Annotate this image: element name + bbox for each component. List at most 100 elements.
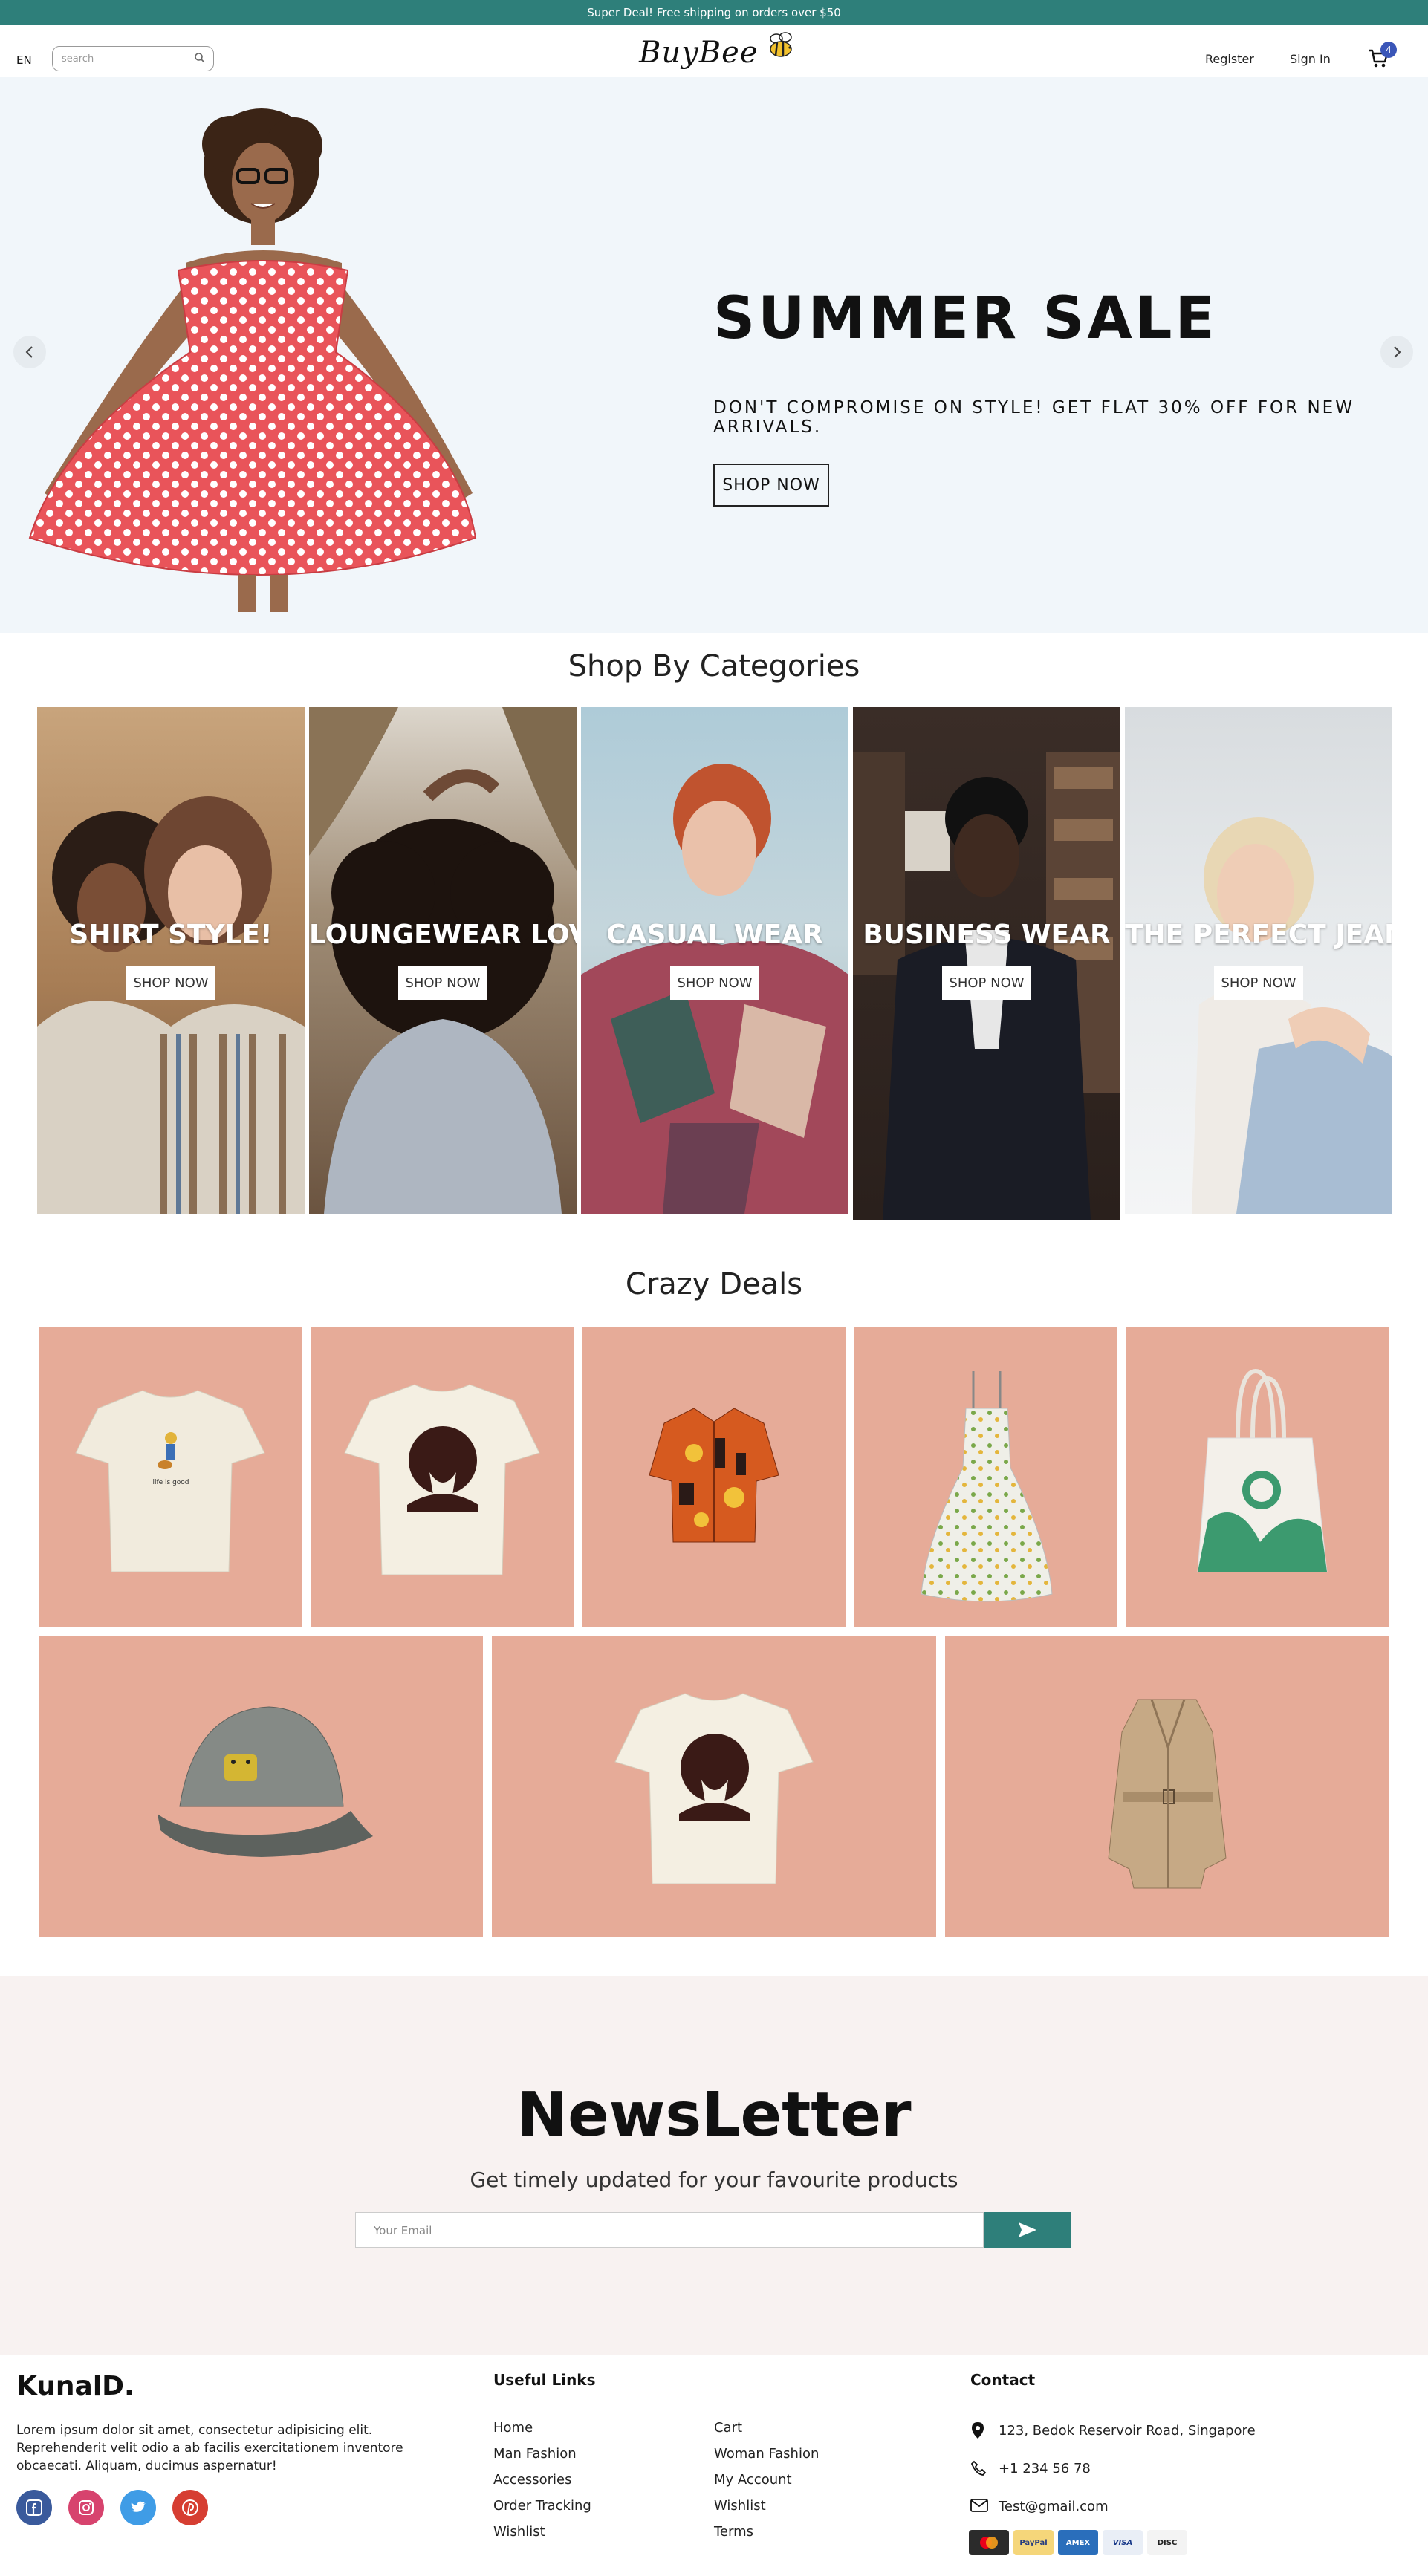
- search-box[interactable]: [52, 46, 214, 71]
- contact-email: Test@gmail.com: [999, 2499, 1109, 2514]
- newsletter-subtitle: Get timely updated for your favourite pr…: [470, 2167, 958, 2192]
- category-card-shirt-style[interactable]: SHIRT STYLE! SHOP NOW: [37, 707, 305, 1214]
- footer-link-home[interactable]: Home: [493, 2420, 533, 2436]
- search-icon[interactable]: [194, 52, 206, 64]
- footer-link-wishlist-2[interactable]: Wishlist: [714, 2498, 766, 2514]
- deal-item[interactable]: [582, 1327, 846, 1627]
- portrait-tshirt-image: [614, 1693, 814, 1884]
- discover-icon: DISC: [1147, 2530, 1187, 2555]
- newsletter-title: NewsLetter: [516, 2080, 912, 2150]
- category-card-loungewear-love[interactable]: LOUNGEWEAR LOVE SHOP NOW: [309, 707, 577, 1214]
- location-pin-icon: [972, 2422, 984, 2439]
- footer-link-man-fashion[interactable]: Man Fashion: [493, 2446, 577, 2462]
- category-image: [309, 707, 577, 1214]
- footer-link-accessories[interactable]: Accessories: [493, 2472, 572, 2488]
- twitter-link[interactable]: [120, 2490, 156, 2525]
- category-title: SHIRT STYLE!: [69, 920, 273, 950]
- search-input[interactable]: [62, 51, 188, 66]
- deal-item[interactable]: life is good: [39, 1327, 302, 1627]
- category-shop-now-button[interactable]: SHOP NOW: [942, 966, 1031, 1000]
- contact-address: 123, Bedok Reservoir Road, Singapore: [999, 2423, 1256, 2439]
- newsletter-submit-button[interactable]: [984, 2212, 1071, 2248]
- hero-prev-button[interactable]: [13, 336, 46, 368]
- deal-item[interactable]: [945, 1636, 1389, 1937]
- deal-item[interactable]: [854, 1327, 1117, 1627]
- deal-item[interactable]: [311, 1327, 574, 1627]
- instagram-link[interactable]: [68, 2490, 104, 2525]
- category-title: CASUAL WEAR: [606, 920, 823, 950]
- facebook-link[interactable]: [16, 2490, 52, 2525]
- cap-image: [158, 1706, 373, 1857]
- contact-heading: Contact: [970, 2371, 1036, 2389]
- brand-logo[interactable]: BuyBee: [639, 32, 797, 70]
- category-image: [37, 796, 305, 1214]
- twitter-icon: [131, 2501, 146, 2512]
- paypal-icon: PayPal: [1013, 2530, 1054, 2555]
- hero-model-image: [28, 108, 477, 612]
- categories-heading: Shop By Categories: [568, 649, 860, 683]
- newsletter-email-input[interactable]: [374, 2222, 953, 2239]
- category-card-the-perfect-jeans[interactable]: THE PERFECT JEANS SHOP NOW: [1125, 707, 1392, 1214]
- mastercard-icon: [969, 2530, 1009, 2555]
- hero-shop-now-button[interactable]: SHOP NOW: [713, 464, 829, 507]
- register-link[interactable]: Register: [1205, 52, 1254, 66]
- hero-subtitle: DON'T COMPROMISE ON STYLE! GET FLAT 30% …: [713, 398, 1354, 437]
- send-icon: [1019, 2222, 1036, 2237]
- facebook-icon: [26, 2499, 42, 2516]
- category-image: [853, 752, 1120, 1220]
- deal-item[interactable]: [39, 1636, 483, 1937]
- footer-link-terms[interactable]: Terms: [714, 2524, 753, 2540]
- category-shop-now-button[interactable]: SHOP NOW: [1214, 966, 1303, 1000]
- newsletter-email-box[interactable]: [355, 2212, 984, 2248]
- category-shop-now-button[interactable]: SHOP NOW: [670, 966, 759, 1000]
- bee-icon: [769, 32, 792, 57]
- deal-item[interactable]: [492, 1636, 936, 1937]
- footer-brand[interactable]: KunalD.: [16, 2371, 134, 2401]
- hero-title: SUMMER SALE: [713, 285, 1218, 352]
- instagram-icon: [79, 2500, 94, 2515]
- announcement-text: Super Deal! Free shipping on orders over…: [587, 6, 841, 19]
- hero-next-button[interactable]: [1380, 336, 1413, 368]
- printed-shirt-image: [649, 1408, 779, 1543]
- category-shop-now-button[interactable]: SHOP NOW: [126, 966, 215, 1000]
- logo-text: BuyBee: [639, 36, 759, 70]
- category-image: [1192, 817, 1392, 1214]
- site-footer: KunalD. Lorem ipsum dolor sit amet, cons…: [0, 2355, 1428, 2576]
- contact-phone: +1 234 56 78: [999, 2461, 1091, 2476]
- newsletter-section: NewsLetter Get timely updated for your f…: [0, 1976, 1428, 2355]
- deals-heading: Crazy Deals: [625, 1267, 803, 1301]
- category-image: [581, 764, 848, 1214]
- language-selector[interactable]: EN: [16, 53, 32, 67]
- visa-icon: VISA: [1103, 2530, 1143, 2555]
- footer-link-wishlist[interactable]: Wishlist: [493, 2524, 545, 2540]
- top-navbar: EN BuyBee Register Sign In 4: [0, 25, 1428, 77]
- useful-links-heading: Useful Links: [493, 2371, 596, 2389]
- category-shop-now-button[interactable]: SHOP NOW: [398, 966, 487, 1000]
- guitar-tshirt-image: life is good: [75, 1390, 265, 1572]
- american-express-icon: AMEX: [1058, 2530, 1098, 2555]
- trench-coat-image: [1108, 1699, 1227, 1889]
- chevron-left-icon: [25, 346, 33, 358]
- hero-banner: SUMMER SALE DON'T COMPROMISE ON STYLE! G…: [0, 77, 1428, 633]
- announcement-bar: Super Deal! Free shipping on orders over…: [0, 0, 1428, 25]
- category-card-business-wear[interactable]: BUSINESS WEAR SHOP NOW: [853, 707, 1120, 1220]
- phone-icon: [970, 2460, 987, 2476]
- footer-description: Lorem ipsum dolor sit amet, consectetur …: [16, 2423, 403, 2473]
- deal-item[interactable]: [1126, 1327, 1389, 1627]
- chevron-right-icon: [1394, 346, 1401, 358]
- mail-icon: [970, 2499, 988, 2512]
- floral-dress-image: [921, 1371, 1053, 1602]
- svg-text:life is good: life is good: [152, 1479, 189, 1486]
- tote-bag-image: [1197, 1368, 1328, 1572]
- pinterest-icon: [182, 2499, 198, 2516]
- category-title: THE PERFECT JEANS: [1125, 920, 1392, 950]
- sign-in-link[interactable]: Sign In: [1290, 52, 1331, 66]
- portrait-tshirt-image: [344, 1384, 540, 1575]
- footer-link-order-tracking[interactable]: Order Tracking: [493, 2498, 591, 2514]
- footer-link-cart[interactable]: Cart: [714, 2420, 742, 2436]
- pinterest-link[interactable]: [172, 2490, 208, 2525]
- footer-link-woman-fashion[interactable]: Woman Fashion: [714, 2446, 819, 2462]
- category-title: LOUNGEWEAR LOVE: [309, 920, 577, 950]
- footer-link-my-account[interactable]: My Account: [714, 2472, 792, 2488]
- category-card-casual-wear[interactable]: CASUAL WEAR SHOP NOW: [581, 707, 848, 1214]
